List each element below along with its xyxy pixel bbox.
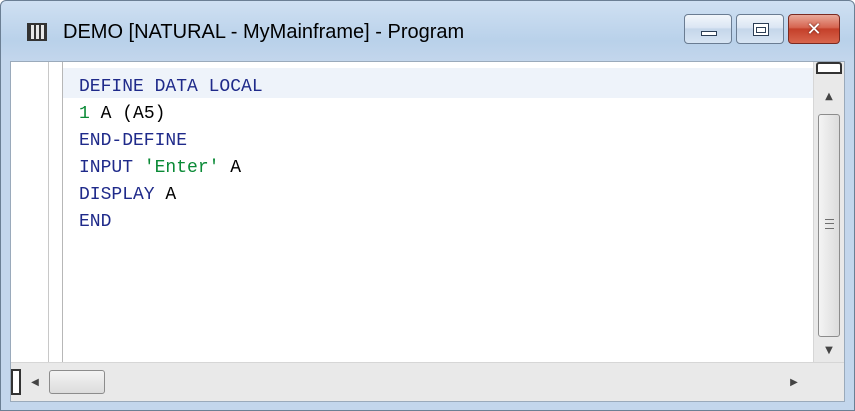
scroll-up-arrow-icon[interactable]: ▲: [814, 84, 844, 108]
scroll-left-arrow-icon[interactable]: ◀: [25, 371, 45, 393]
source-code[interactable]: DEFINE DATA LOCAL 1 A (A5) END-DEFINE INPUT…: [79, 74, 263, 236]
window-title: DEMO [NATURAL - MyMainframe] - Program: [63, 21, 465, 43]
title-bar[interactable]: DEMO [NATURAL - MyMainframe] - Program ✕: [1, 1, 854, 61]
line-margin: [11, 62, 63, 362]
code-token-str: 'Enter': [143, 158, 220, 178]
close-button[interactable]: ✕: [788, 14, 840, 44]
code-token-kw: END: [79, 212, 112, 232]
horizontal-scroll-thumb[interactable]: [49, 370, 105, 394]
maximize-button[interactable]: [736, 14, 784, 44]
vertical-scroll-thumb[interactable]: [818, 114, 840, 337]
code-token-kw: DISPLAY: [79, 185, 166, 205]
editor-area[interactable]: DEFINE DATA LOCAL 1 A (A5) END-DEFINE INPUT…: [10, 61, 845, 402]
code-token-plain: A (A5): [89, 104, 166, 124]
code-line[interactable]: 1 A (A5): [79, 101, 263, 128]
code-token-kw: DEFINE DATA LOCAL: [79, 77, 263, 97]
program-editor-icon[interactable]: [27, 23, 47, 41]
horizontal-scrollbar[interactable]: ◀ ▶: [11, 362, 844, 401]
vertical-scrollbar[interactable]: ▲ ▼: [813, 62, 844, 362]
code-token-num: 1: [79, 104, 90, 124]
code-token-kw: END-DEFINE: [79, 131, 188, 151]
code-token-plain: A: [219, 158, 242, 178]
minimize-icon: [701, 31, 717, 36]
code-line[interactable]: END: [79, 209, 263, 236]
caption-buttons: ✕: [684, 14, 840, 44]
close-icon: ✕: [806, 18, 822, 40]
code-line[interactable]: DISPLAY A: [79, 182, 263, 209]
scrollbar-corner: [813, 363, 844, 401]
code-line[interactable]: INPUT 'Enter' A: [79, 155, 263, 182]
vertical-split-box[interactable]: [816, 62, 842, 74]
code-token-plain: A: [165, 185, 177, 205]
code-line[interactable]: DEFINE DATA LOCAL: [79, 74, 263, 101]
scroll-down-arrow-icon[interactable]: ▼: [814, 338, 844, 362]
minimize-button[interactable]: [684, 14, 732, 44]
code-line[interactable]: END-DEFINE: [79, 128, 263, 155]
scroll-right-arrow-icon[interactable]: ▶: [784, 371, 804, 393]
grip-icon: [825, 219, 834, 229]
horizontal-split-box[interactable]: [11, 369, 21, 395]
maximize-icon: [753, 23, 769, 36]
code-token-kw: INPUT: [79, 158, 144, 178]
program-editor-window: DEMO [NATURAL - MyMainframe] - Program ✕…: [0, 0, 855, 411]
